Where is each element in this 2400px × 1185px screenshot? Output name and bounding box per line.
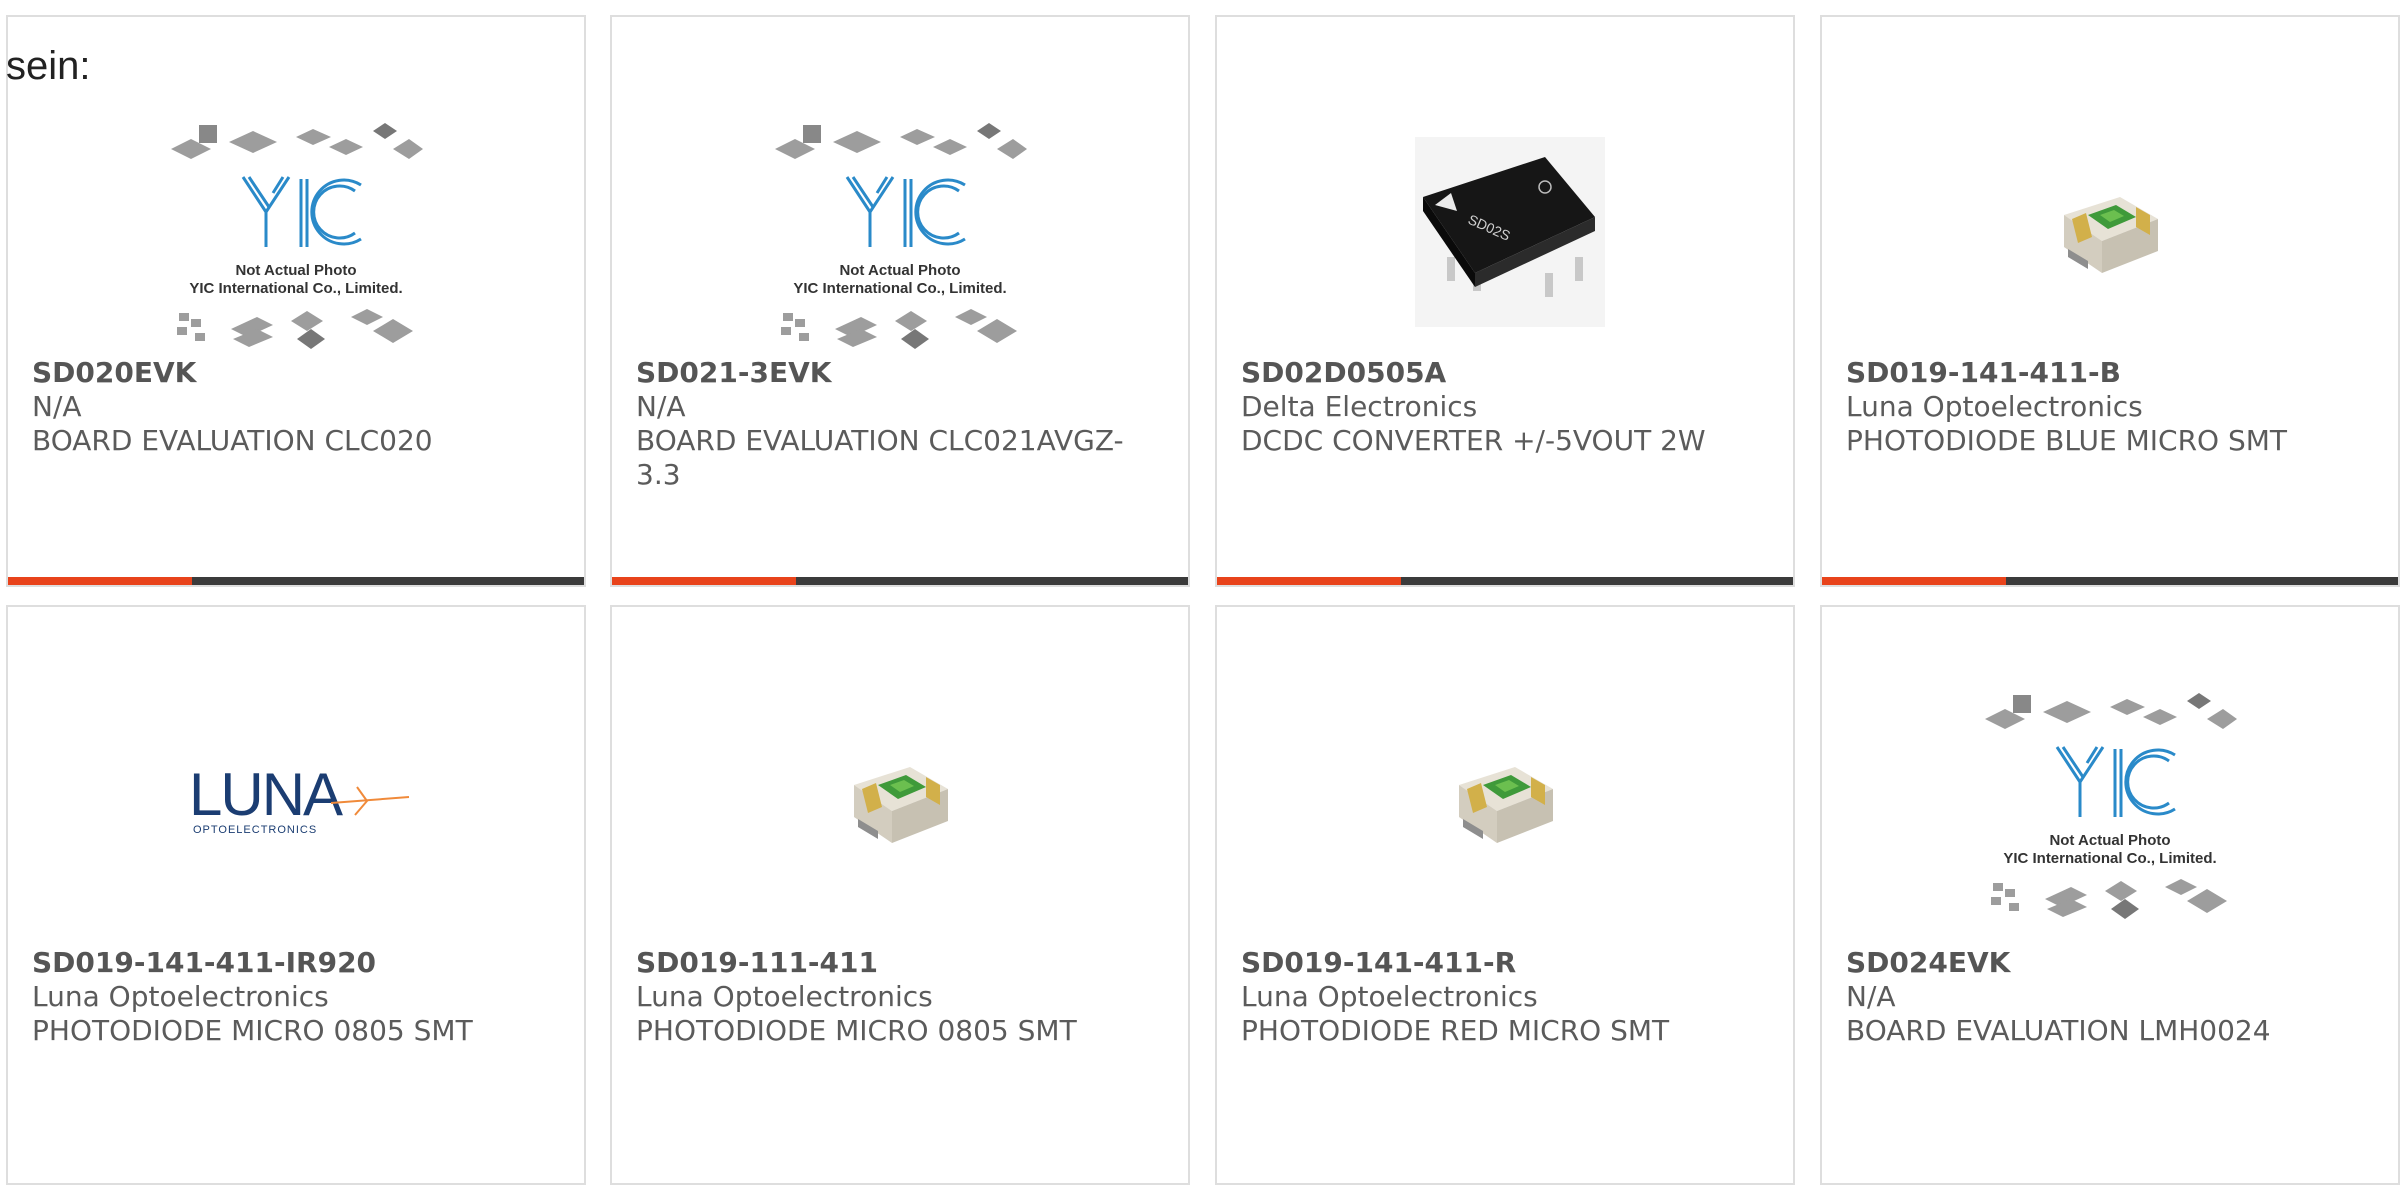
product-card[interactable]: Not Actual Photo YIC International Co., … <box>610 15 1190 587</box>
manufacturer: Luna Optoelectronics <box>636 980 933 1013</box>
smt-photodiode-image <box>2064 197 2158 273</box>
product-card[interactable]: SD019-141-411-B Luna Optoelectronics PHOTO… <box>1820 15 2400 587</box>
product-info: SD019-141-411-IR920 Luna Optoelectronics P… <box>32 946 564 1048</box>
card-footer-accent <box>1217 577 1401 585</box>
description: PHOTODIODE BLUE MICRO SMT <box>1846 424 2288 457</box>
part-number[interactable]: SD019-141-411-IR920 <box>32 946 564 980</box>
caption-line-2: YIC International Co., Limited. <box>189 280 402 297</box>
product-info: SD021-3EVK N/A BOARD EVALUATION CLC021AVGZ… <box>636 356 1168 492</box>
product-info: SD02D0505A Delta Electronics DCDC CONVERTE… <box>1241 356 1773 458</box>
product-image[interactable]: SD02S <box>1217 97 1793 367</box>
product-image[interactable]: Not Actual Photo YIC International Co., … <box>8 97 584 367</box>
card-footer-accent <box>612 577 796 585</box>
manufacturer: Luna Optoelectronics <box>1241 980 1538 1013</box>
card-footer-accent <box>8 577 192 585</box>
manufacturer: N/A <box>636 390 686 423</box>
part-number[interactable]: SD019-141-411-R <box>1241 946 1773 980</box>
manufacturer: Luna Optoelectronics <box>1846 390 2143 423</box>
manufacturer: N/A <box>1846 980 1896 1013</box>
description: BOARD EVALUATION CLC020 <box>32 424 433 457</box>
product-image[interactable] <box>1822 97 2398 367</box>
luna-logo-image: LUNA OPTOELECTRONICS <box>189 761 410 836</box>
card-footer-accent <box>1822 577 2006 585</box>
smt-photodiode-image <box>854 767 948 843</box>
yic-placeholder-image: Not Actual Photo YIC International Co., … <box>171 123 423 349</box>
card-footer-bar <box>612 577 1188 585</box>
card-footer-bar <box>1822 577 2398 585</box>
product-image[interactable]: LUNA OPTOELECTRONICS <box>8 667 584 937</box>
card-footer-bar <box>8 577 584 585</box>
product-card[interactable]: SD019-111-411 Luna Optoelectronics PHOTODI… <box>610 605 1190 1185</box>
manufacturer: Luna Optoelectronics <box>32 980 329 1013</box>
part-number[interactable]: SD024EVK <box>1846 946 2378 980</box>
product-card[interactable]: LUNA OPTOELECTRONICS SD019-141-411-IR920… <box>6 605 586 1185</box>
part-number[interactable]: SD019-111-411 <box>636 946 1168 980</box>
product-info: SD019-111-411 Luna Optoelectronics PHOTODI… <box>636 946 1168 1048</box>
manufacturer: Delta Electronics <box>1241 390 1478 423</box>
part-number[interactable]: SD021-3EVK <box>636 356 1168 390</box>
product-card[interactable]: Not Actual Photo YIC International Co., … <box>6 15 586 587</box>
product-image[interactable] <box>612 667 1188 937</box>
intro-text: sein: <box>6 44 91 88</box>
product-info: SD020EVK N/A BOARD EVALUATION CLC020 <box>32 356 564 458</box>
manufacturer: N/A <box>32 390 82 423</box>
caption-line-1: Not Actual Photo <box>2049 832 2170 849</box>
luna-logo-word: LUNA <box>189 761 343 828</box>
part-number[interactable]: SD02D0505A <box>1241 356 1773 390</box>
luna-logo-sub: OPTOELECTRONICS <box>193 824 317 836</box>
product-card[interactable]: Not Actual Photo YIC International Co., … <box>1820 605 2400 1185</box>
product-image[interactable]: Not Actual Photo YIC International Co., … <box>612 97 1188 367</box>
product-card[interactable]: SD019-141-411-R Luna Optoelectronics PHOTO… <box>1215 605 1795 1185</box>
description: PHOTODIODE MICRO 0805 SMT <box>636 1014 1077 1047</box>
part-number[interactable]: SD020EVK <box>32 356 564 390</box>
smt-photodiode-image <box>1459 767 1553 843</box>
dcdc-module-image: SD02S <box>1415 137 1605 327</box>
product-info: SD019-141-411-R Luna Optoelectronics PHOTO… <box>1241 946 1773 1048</box>
caption-line-2: YIC International Co., Limited. <box>793 280 1006 297</box>
caption-line-1: Not Actual Photo <box>235 262 356 279</box>
description: BOARD EVALUATION CLC021AVGZ-3.3 <box>636 424 1124 491</box>
card-footer-bar <box>1217 577 1793 585</box>
description: PHOTODIODE MICRO 0805 SMT <box>32 1014 473 1047</box>
yic-placeholder-image: Not Actual Photo YIC International Co., … <box>775 123 1027 349</box>
yic-placeholder-image: Not Actual Photo YIC International Co., … <box>1985 693 2237 919</box>
caption-line-1: Not Actual Photo <box>839 262 960 279</box>
product-info: SD019-141-411-B Luna Optoelectronics PHOTO… <box>1846 356 2378 458</box>
description: DCDC CONVERTER +/-5VOUT 2W <box>1241 424 1706 457</box>
product-info: SD024EVK N/A BOARD EVALUATION LMH0024 <box>1846 946 2378 1048</box>
part-number[interactable]: SD019-141-411-B <box>1846 356 2378 390</box>
description: PHOTODIODE RED MICRO SMT <box>1241 1014 1670 1047</box>
description: BOARD EVALUATION LMH0024 <box>1846 1014 2271 1047</box>
caption-line-2: YIC International Co., Limited. <box>2003 850 2216 867</box>
product-card[interactable]: SD02S SD02D0505A Delta Electronics DCDC CO… <box>1215 15 1795 587</box>
product-image[interactable]: Not Actual Photo YIC International Co., … <box>1822 667 2398 937</box>
product-image[interactable] <box>1217 667 1793 937</box>
